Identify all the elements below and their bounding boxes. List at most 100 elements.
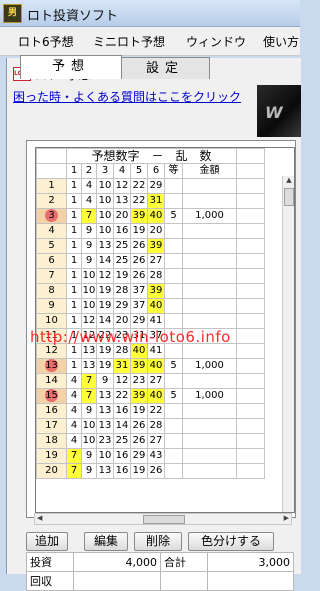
amount-cell[interactable]: 1,000: [182, 358, 237, 374]
scroll-left-icon[interactable]: ◀: [37, 514, 42, 522]
number-cell[interactable]: 40: [147, 388, 165, 404]
row-number[interactable]: 9: [36, 298, 67, 314]
number-cell[interactable]: 12: [81, 313, 97, 329]
row-number[interactable]: 14: [36, 373, 67, 389]
number-cell[interactable]: 10: [81, 268, 97, 284]
number-cell[interactable]: 13: [96, 463, 114, 479]
number-cell[interactable]: 1: [66, 253, 82, 269]
number-cell[interactable]: 1: [66, 313, 82, 329]
number-cell[interactable]: 13: [96, 238, 114, 254]
amount-cell[interactable]: [182, 373, 237, 389]
number-cell[interactable]: 16: [113, 223, 131, 239]
number-cell[interactable]: 23: [130, 373, 148, 389]
number-cell[interactable]: 1: [66, 193, 82, 209]
number-cell[interactable]: 10: [96, 448, 114, 464]
number-cell[interactable]: 7: [66, 448, 82, 464]
table-row[interactable]: 7 1 10 12 19 26 28: [36, 268, 265, 284]
amount-cell[interactable]: [182, 268, 237, 284]
row-number[interactable]: 17: [36, 418, 67, 434]
number-cell[interactable]: 40: [147, 208, 165, 224]
number-cell[interactable]: 28: [147, 418, 165, 434]
number-cell[interactable]: 10: [96, 208, 114, 224]
menu-miniloto[interactable]: ミニロト予想: [93, 33, 165, 50]
number-cell[interactable]: 10: [81, 283, 97, 299]
number-cell[interactable]: 1: [66, 298, 82, 314]
table-row[interactable]: 8 1 10 19 28 37 39: [36, 283, 265, 299]
number-cell[interactable]: 13: [81, 358, 97, 374]
rank-cell[interactable]: [164, 178, 183, 194]
rank-cell[interactable]: [164, 298, 183, 314]
help-link[interactable]: 困った時・よくある質問はここをクリック: [13, 88, 241, 105]
number-cell[interactable]: 14: [96, 253, 114, 269]
rank-cell[interactable]: [164, 433, 183, 449]
number-cell[interactable]: 19: [113, 268, 131, 284]
amount-cell[interactable]: [182, 433, 237, 449]
number-cell[interactable]: 4: [66, 373, 82, 389]
number-cell[interactable]: 16: [113, 448, 131, 464]
row-number[interactable]: 15: [36, 388, 67, 404]
scroll-right-icon[interactable]: ▶: [284, 514, 289, 522]
number-cell[interactable]: 7: [81, 388, 97, 404]
rank-cell[interactable]: [164, 238, 183, 254]
row-number[interactable]: 8: [36, 283, 67, 299]
number-cell[interactable]: 4: [66, 418, 82, 434]
row-number[interactable]: 5: [36, 238, 67, 254]
rank-cell[interactable]: 5: [164, 388, 183, 404]
rank-cell[interactable]: [164, 448, 183, 464]
table-row[interactable]: 14 4 7 9 12 23 27: [36, 373, 265, 389]
number-cell[interactable]: 14: [96, 313, 114, 329]
tab-prediction[interactable]: 予想: [20, 55, 122, 79]
row-number[interactable]: 18: [36, 433, 67, 449]
number-cell[interactable]: 10: [81, 433, 97, 449]
amount-cell[interactable]: [182, 223, 237, 239]
table-row[interactable]: 2 1 4 10 13 22 31: [36, 193, 265, 209]
horizontal-scroll-thumb[interactable]: [143, 515, 185, 524]
color-code-button[interactable]: 色分けする: [188, 532, 274, 551]
horizontal-scrollbar[interactable]: ◀ ▶: [34, 513, 292, 525]
table-row[interactable]: 19 7 9 10 16 29 43: [36, 448, 265, 464]
amount-cell[interactable]: [182, 178, 237, 194]
number-cell[interactable]: 26: [147, 463, 165, 479]
number-cell[interactable]: 10: [96, 178, 114, 194]
number-cell[interactable]: 29: [130, 448, 148, 464]
table-row[interactable]: 1 1 4 10 12 22 29: [36, 178, 265, 194]
number-cell[interactable]: 37: [130, 298, 148, 314]
number-cell[interactable]: 37: [130, 283, 148, 299]
number-cell[interactable]: 1: [66, 223, 82, 239]
row-number[interactable]: 13: [36, 358, 67, 374]
row-number[interactable]: 7: [36, 268, 67, 284]
number-cell[interactable]: 10: [81, 418, 97, 434]
number-cell[interactable]: 7: [66, 463, 82, 479]
number-cell[interactable]: 1: [66, 238, 82, 254]
number-cell[interactable]: 4: [66, 403, 82, 419]
table-row[interactable]: 10 1 12 14 20 29 41: [36, 313, 265, 329]
number-cell[interactable]: 9: [81, 253, 97, 269]
number-cell[interactable]: 1: [66, 283, 82, 299]
row-number[interactable]: 1: [36, 178, 67, 194]
rank-cell[interactable]: [164, 463, 183, 479]
number-cell[interactable]: 28: [147, 268, 165, 284]
rank-cell[interactable]: [164, 418, 183, 434]
scroll-up-icon[interactable]: ▲: [283, 176, 294, 186]
number-cell[interactable]: 41: [147, 313, 165, 329]
rank-cell[interactable]: 5: [164, 208, 183, 224]
number-cell[interactable]: 14: [113, 418, 131, 434]
number-cell[interactable]: 29: [147, 178, 165, 194]
menu-window[interactable]: ウィンドウ: [186, 33, 246, 50]
tab-settings[interactable]: 設定: [120, 57, 210, 79]
number-cell[interactable]: 25: [113, 253, 131, 269]
number-cell[interactable]: 4: [66, 433, 82, 449]
rank-cell[interactable]: [164, 313, 183, 329]
number-cell[interactable]: 19: [130, 223, 148, 239]
rank-cell[interactable]: [164, 253, 183, 269]
row-number[interactable]: 6: [36, 253, 67, 269]
menu-help[interactable]: 使い方: [263, 33, 299, 50]
number-cell[interactable]: 29: [130, 313, 148, 329]
number-cell[interactable]: 16: [113, 403, 131, 419]
table-row[interactable]: 15 4 7 13 22 39 40 5 1,000: [36, 388, 265, 404]
number-cell[interactable]: 19: [96, 283, 114, 299]
row-number[interactable]: 10: [36, 313, 67, 329]
number-cell[interactable]: 40: [147, 358, 165, 374]
edit-button[interactable]: 編集: [84, 532, 128, 551]
number-cell[interactable]: 16: [113, 463, 131, 479]
